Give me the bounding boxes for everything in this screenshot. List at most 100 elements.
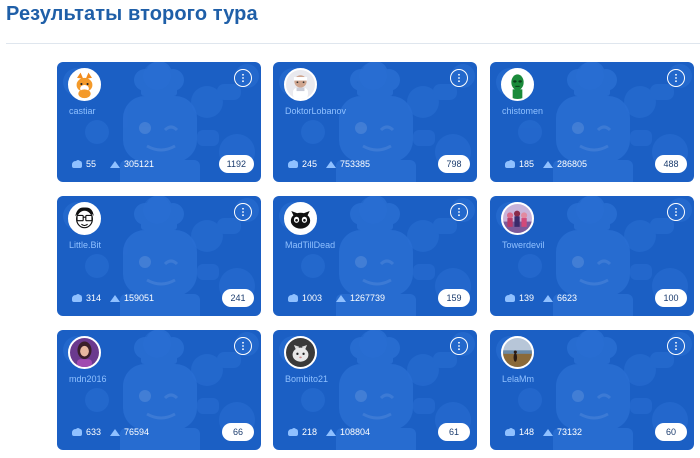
triangle-icon — [543, 295, 553, 302]
stat-triangles-value: 108804 — [340, 427, 371, 437]
more-options-button[interactable] — [450, 69, 468, 87]
stat-pies-value: 1003 — [302, 293, 323, 303]
stat-triangles-value: 753385 — [340, 159, 371, 169]
stat-pies-value: 139 — [519, 293, 535, 303]
more-options-button[interactable] — [667, 69, 685, 87]
user-avatar[interactable] — [501, 68, 534, 101]
stat-pies: 139 — [504, 293, 534, 303]
stat-pies: 55 — [71, 159, 96, 169]
stat-triangles-value: 159051 — [124, 293, 155, 303]
username-link[interactable]: mdn2016 — [69, 374, 107, 384]
stat-pies: 633 — [71, 427, 101, 437]
more-vertical-icon — [242, 341, 244, 351]
pie-crust-icon — [288, 160, 298, 168]
stat-triangles: 108804 — [325, 427, 370, 437]
username-link[interactable]: Little.Bit — [69, 240, 101, 250]
more-options-button[interactable] — [450, 337, 468, 355]
stat-pies: 1003 — [287, 293, 322, 303]
stat-pies: 185 — [504, 159, 534, 169]
more-vertical-icon — [675, 73, 677, 83]
stat-pies: 148 — [504, 427, 534, 437]
stat-triangles: 73132 — [542, 427, 582, 437]
user-avatar[interactable] — [68, 202, 101, 235]
score-badge: 798 — [438, 155, 470, 173]
more-vertical-icon — [675, 207, 677, 217]
more-options-button[interactable] — [450, 203, 468, 221]
result-card[interactable]: Little.Bit 314 159051 241 — [57, 196, 261, 316]
more-vertical-icon — [675, 341, 677, 351]
stat-triangles: 159051 — [109, 293, 154, 303]
more-vertical-icon — [242, 207, 244, 217]
stat-triangles: 1267739 — [335, 293, 385, 303]
pie-crust-icon — [288, 428, 298, 436]
triangle-icon — [110, 161, 120, 168]
score-badge: 61 — [438, 423, 470, 441]
more-options-button[interactable] — [234, 203, 252, 221]
username-link[interactable]: DoktorLobanov — [285, 106, 346, 116]
stat-triangles: 76594 — [109, 427, 149, 437]
result-card[interactable]: Towerdevil 139 6623 100 — [490, 196, 694, 316]
stat-pies-value: 185 — [519, 159, 535, 169]
result-card[interactable]: castiar 55 305121 1192 — [57, 62, 261, 182]
stat-pies-value: 633 — [86, 427, 102, 437]
score-badge: 488 — [655, 155, 687, 173]
more-vertical-icon — [458, 341, 460, 351]
triangle-icon — [543, 429, 553, 436]
stat-triangles: 6623 — [542, 293, 577, 303]
pie-crust-icon — [505, 428, 515, 436]
score-badge: 241 — [222, 289, 254, 307]
user-avatar[interactable] — [284, 336, 317, 369]
result-card[interactable]: DoktorLobanov 245 753385 798 — [273, 62, 477, 182]
score-badge: 60 — [655, 423, 687, 441]
user-avatar[interactable] — [68, 336, 101, 369]
stat-pies: 314 — [71, 293, 101, 303]
user-avatar[interactable] — [284, 202, 317, 235]
user-avatar[interactable] — [501, 336, 534, 369]
username-link[interactable]: MadTillDead — [285, 240, 335, 250]
result-card[interactable]: MadTillDead 1003 1267739 159 — [273, 196, 477, 316]
more-vertical-icon — [242, 73, 244, 83]
triangle-icon — [110, 295, 120, 302]
triangle-icon — [326, 161, 336, 168]
result-card[interactable]: mdn2016 633 76594 66 — [57, 330, 261, 450]
score-badge: 66 — [222, 423, 254, 441]
score-badge: 100 — [655, 289, 687, 307]
triangle-icon — [336, 295, 346, 302]
more-options-button[interactable] — [234, 337, 252, 355]
stat-triangles-value: 76594 — [124, 427, 150, 437]
more-options-button[interactable] — [667, 337, 685, 355]
user-avatar[interactable] — [501, 202, 534, 235]
stat-pies-value: 148 — [519, 427, 535, 437]
triangle-icon — [110, 429, 120, 436]
score-badge: 159 — [438, 289, 470, 307]
user-avatar[interactable] — [68, 68, 101, 101]
stat-triangles: 305121 — [109, 159, 154, 169]
user-avatar[interactable] — [284, 68, 317, 101]
stat-pies-value: 218 — [302, 427, 318, 437]
more-options-button[interactable] — [234, 69, 252, 87]
stat-triangles-value: 73132 — [557, 427, 583, 437]
stat-triangles-value: 305121 — [124, 159, 155, 169]
triangle-icon — [543, 161, 553, 168]
stat-pies-value: 55 — [86, 159, 97, 169]
result-card[interactable]: Bombito21 218 108804 61 — [273, 330, 477, 450]
username-link[interactable]: chistomen — [502, 106, 543, 116]
pie-crust-icon — [288, 294, 298, 302]
pie-crust-icon — [72, 160, 82, 168]
stat-pies-value: 314 — [86, 293, 102, 303]
pie-crust-icon — [505, 160, 515, 168]
username-link[interactable]: castiar — [69, 106, 96, 116]
stat-triangles-value: 286805 — [557, 159, 588, 169]
username-link[interactable]: LelaMm — [502, 374, 534, 384]
result-card[interactable]: chistomen 185 286805 488 — [490, 62, 694, 182]
stat-triangles: 286805 — [542, 159, 587, 169]
stat-triangles: 753385 — [325, 159, 370, 169]
pie-crust-icon — [505, 294, 515, 302]
pie-crust-icon — [72, 294, 82, 302]
more-options-button[interactable] — [667, 203, 685, 221]
result-card[interactable]: LelaMm 148 73132 60 — [490, 330, 694, 450]
more-vertical-icon — [458, 73, 460, 83]
stat-triangles-value: 6623 — [557, 293, 578, 303]
username-link[interactable]: Towerdevil — [502, 240, 545, 250]
username-link[interactable]: Bombito21 — [285, 374, 328, 384]
